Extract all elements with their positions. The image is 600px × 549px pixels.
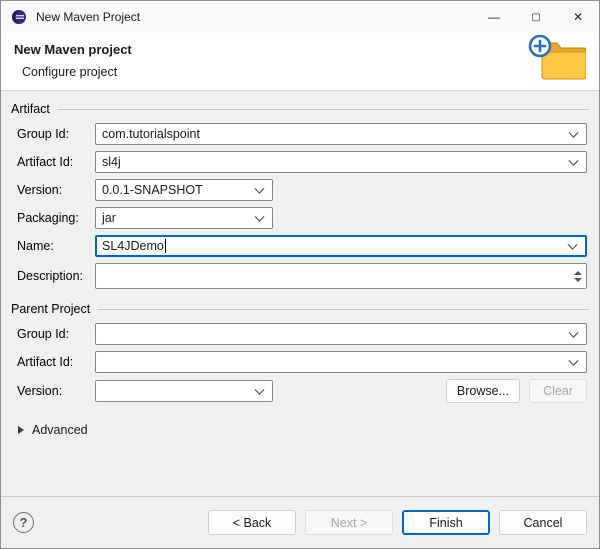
- artifact-group-header: Artifact: [11, 99, 589, 119]
- parent-artifact-id-row: Artifact Id:: [17, 351, 587, 373]
- advanced-section-toggle[interactable]: Advanced: [18, 423, 589, 437]
- artifact-id-combo[interactable]: sl4j: [95, 151, 587, 173]
- chevron-down-icon[interactable]: [255, 212, 265, 222]
- chevron-down-icon[interactable]: [569, 356, 579, 366]
- back-button[interactable]: < Back: [208, 510, 296, 535]
- parent-group-id-label: Group Id:: [17, 327, 95, 341]
- new-maven-project-dialog: New Maven Project — ▢ ✕ New Maven projec…: [0, 0, 600, 549]
- advanced-triangle-icon: [18, 426, 24, 434]
- description-scroll-buttons: [574, 264, 582, 288]
- help-button[interactable]: ?: [13, 512, 34, 533]
- name-value: SL4JDemo: [102, 239, 164, 253]
- artifact-id-row: Artifact Id: sl4j: [17, 151, 587, 173]
- clear-button[interactable]: Clear: [529, 379, 587, 403]
- wizard-subtitle: Configure project: [22, 65, 587, 79]
- finish-button[interactable]: Finish: [402, 510, 490, 535]
- artifact-group-label: Artifact: [11, 102, 50, 116]
- chevron-down-icon[interactable]: [568, 240, 578, 250]
- minimize-button[interactable]: —: [473, 1, 515, 33]
- wizard-header: New Maven project Configure project: [1, 33, 599, 91]
- chevron-down-icon[interactable]: [569, 328, 579, 338]
- artifact-id-label: Artifact Id:: [17, 155, 95, 169]
- chevron-down-icon[interactable]: [255, 385, 265, 395]
- description-row: Description:: [17, 263, 587, 289]
- artifact-group-id-value: com.tutorialspoint: [102, 127, 200, 141]
- parent-artifact-id-combo[interactable]: [95, 351, 587, 373]
- description-label: Description:: [17, 269, 95, 283]
- parent-version-combo[interactable]: [95, 380, 273, 402]
- next-button[interactable]: Next >: [305, 510, 393, 535]
- parent-artifact-id-label: Artifact Id:: [17, 355, 95, 369]
- parent-group-header: Parent Project: [11, 299, 589, 319]
- window-controls: — ▢ ✕: [473, 1, 599, 33]
- scroll-up-icon[interactable]: [574, 271, 582, 275]
- eclipse-app-icon: [11, 9, 27, 25]
- wizard-footer: ? < Back Next > Finish Cancel: [1, 496, 599, 548]
- name-label: Name:: [17, 239, 95, 253]
- cancel-button[interactable]: Cancel: [499, 510, 587, 535]
- browse-button[interactable]: Browse...: [446, 379, 520, 403]
- packaging-combo[interactable]: jar: [95, 207, 273, 229]
- artifact-group-id-row: Group Id: com.tutorialspoint: [17, 123, 587, 145]
- name-row: Name: SL4JDemo: [17, 235, 587, 257]
- name-combo[interactable]: SL4JDemo: [95, 235, 587, 257]
- wizard-buttons: < Back Next > Finish Cancel: [208, 510, 587, 535]
- parent-group-id-combo[interactable]: [95, 323, 587, 345]
- artifact-id-value: sl4j: [102, 155, 121, 169]
- chevron-down-icon[interactable]: [569, 156, 579, 166]
- artifact-version-label: Version:: [17, 183, 95, 197]
- chevron-down-icon[interactable]: [255, 184, 265, 194]
- packaging-value: jar: [102, 211, 116, 225]
- advanced-label: Advanced: [32, 423, 88, 437]
- artifact-group-id-combo[interactable]: com.tutorialspoint: [95, 123, 587, 145]
- window-title: New Maven Project: [36, 10, 140, 24]
- chevron-down-icon[interactable]: [569, 128, 579, 138]
- artifact-group-id-label: Group Id:: [17, 127, 95, 141]
- close-button[interactable]: ✕: [557, 1, 599, 33]
- parent-group-line: [97, 309, 589, 310]
- maximize-button[interactable]: ▢: [515, 1, 557, 33]
- artifact-version-value: 0.0.1-SNAPSHOT: [102, 183, 203, 197]
- new-folder-icon: [528, 34, 586, 85]
- title-bar: New Maven Project — ▢ ✕: [1, 1, 599, 33]
- packaging-label: Packaging:: [17, 211, 95, 225]
- wizard-body: Artifact Group Id: com.tutorialspoint Ar…: [1, 91, 599, 496]
- parent-version-label: Version:: [17, 384, 95, 398]
- help-icon: ?: [20, 515, 28, 530]
- artifact-version-row: Version: 0.0.1-SNAPSHOT: [17, 179, 587, 201]
- parent-group-label: Parent Project: [11, 302, 90, 316]
- artifact-version-combo[interactable]: 0.0.1-SNAPSHOT: [95, 179, 273, 201]
- description-field[interactable]: [95, 263, 587, 289]
- scroll-down-icon[interactable]: [574, 278, 582, 282]
- wizard-title: New Maven project: [14, 42, 587, 57]
- packaging-row: Packaging: jar: [17, 207, 587, 229]
- text-caret: [165, 239, 166, 253]
- parent-group-id-row: Group Id:: [17, 323, 587, 345]
- parent-version-row: Version: Browse... Clear: [17, 379, 587, 403]
- artifact-group-line: [57, 109, 589, 110]
